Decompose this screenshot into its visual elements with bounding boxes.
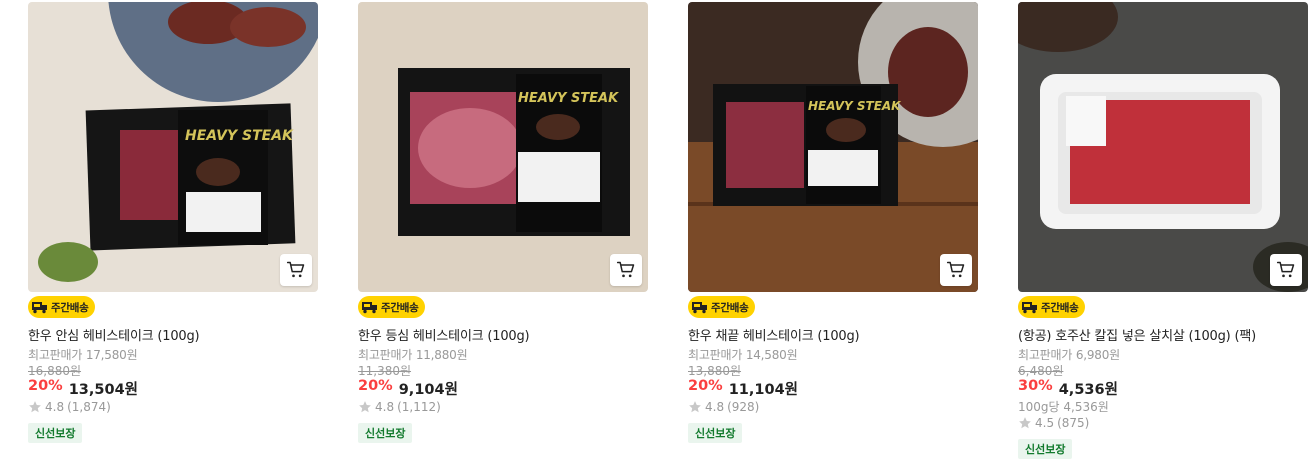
product-card[interactable]: HEAVY STEAK 주간배송 한우 안심 헤비스테이크 (100g) 최고판…: [28, 2, 318, 443]
discount-rate: 30%: [1018, 378, 1053, 394]
original-price: 13,880원: [688, 364, 742, 378]
discount-rate: 20%: [28, 378, 63, 394]
sale-price: 9,104원: [398, 382, 458, 398]
product-photo: [1018, 2, 1308, 292]
delivery-badge-label: 주간배송: [51, 301, 89, 314]
delivery-badge-label: 주간배송: [381, 301, 419, 314]
star-icon: [1019, 417, 1031, 429]
product-name[interactable]: (항공) 호주산 칼집 넣은 살치살 (100g) (팩): [1018, 325, 1308, 344]
product-card[interactable]: 주간배송 (항공) 호주산 칼집 넣은 살치살 (100g) (팩) 최고판매가…: [1018, 2, 1308, 459]
add-to-cart-button[interactable]: [1270, 254, 1302, 286]
delivery-badge: 주간배송: [358, 296, 426, 318]
product-name[interactable]: 한우 등심 헤비스테이크 (100g): [358, 325, 648, 344]
package-brand-text: HEAVY STEAK: [185, 128, 294, 144]
sale-price-row: 20% 13,504원: [28, 378, 138, 399]
unit-price: 100g당 4,536원: [1018, 400, 1109, 414]
product-image[interactable]: HEAVY STEAK: [688, 2, 978, 292]
star-icon: [689, 401, 701, 413]
fresh-guarantee-tag: 신선보장: [688, 423, 743, 443]
product-image[interactable]: HEAVY STEAK: [358, 2, 648, 292]
max-price: 최고판매가 14,580원: [688, 348, 798, 362]
delivery-badge: 주간배송: [28, 296, 96, 318]
rating-score: 4.8: [705, 400, 725, 414]
product-photo: HEAVY STEAK: [358, 2, 648, 292]
sale-price: 4,536원: [1058, 382, 1118, 398]
shopping-cart-icon: [286, 261, 305, 278]
star-icon: [359, 401, 371, 413]
fresh-guarantee-tag: 신선보장: [28, 423, 83, 443]
sale-price-row: 30% 4,536원: [1018, 378, 1118, 399]
sale-price: 13,504원: [68, 382, 139, 398]
product-name[interactable]: 한우 채끝 헤비스테이크 (100g): [688, 325, 978, 344]
delivery-badge: 주간배송: [1018, 296, 1086, 318]
rating-score: 4.5: [1035, 416, 1055, 430]
product-photo: HEAVY STEAK: [688, 2, 978, 292]
discount-rate: 20%: [358, 378, 393, 394]
rating-score: 4.8: [45, 400, 65, 414]
product-name[interactable]: 한우 안심 헤비스테이크 (100g): [28, 325, 318, 344]
sale-price-row: 20% 9,104원: [358, 378, 458, 399]
product-image[interactable]: [1018, 2, 1308, 292]
product-photo: HEAVY STEAK: [28, 2, 318, 292]
fresh-guarantee-tag: 신선보장: [1018, 439, 1073, 459]
shopping-cart-icon: [1276, 261, 1295, 278]
original-price: 16,880원: [28, 364, 82, 378]
review-count: (875): [1057, 416, 1090, 430]
delivery-badge: 주간배송: [688, 296, 756, 318]
product-card[interactable]: HEAVY STEAK 주간배송 한우 채끝 헤비스테이크 (100g) 최고판…: [688, 2, 978, 443]
sale-price-row: 20% 11,104원: [688, 378, 798, 399]
rating: 4.5 (875): [1018, 416, 1089, 430]
fresh-guarantee-tag: 신선보장: [358, 423, 413, 443]
delivery-truck-icon: [1022, 302, 1037, 314]
original-price: 11,380원: [358, 364, 412, 378]
shopping-cart-icon: [616, 261, 635, 278]
product-card[interactable]: HEAVY STEAK 주간배송 한우 등심 헤비스테이크 (100g) 최고판…: [358, 2, 648, 443]
review-count: (1,112): [397, 400, 441, 414]
rating-score: 4.8: [375, 400, 395, 414]
rating: 4.8 (928): [688, 400, 759, 414]
delivery-badge-label: 주간배송: [711, 301, 749, 314]
delivery-truck-icon: [692, 302, 707, 314]
package-brand-text: HEAVY STEAK: [808, 99, 902, 113]
product-grid: HEAVY STEAK 주간배송 한우 안심 헤비스테이크 (100g) 최고판…: [0, 0, 1312, 475]
add-to-cart-button[interactable]: [610, 254, 642, 286]
shopping-cart-icon: [946, 261, 965, 278]
add-to-cart-button[interactable]: [940, 254, 972, 286]
add-to-cart-button[interactable]: [280, 254, 312, 286]
original-price: 6,480원: [1018, 364, 1064, 378]
discount-rate: 20%: [688, 378, 723, 394]
max-price: 최고판매가 6,980원: [1018, 348, 1121, 362]
delivery-badge-label: 주간배송: [1041, 301, 1079, 314]
review-count: (928): [727, 400, 760, 414]
review-count: (1,874): [67, 400, 111, 414]
delivery-truck-icon: [362, 302, 377, 314]
product-image[interactable]: HEAVY STEAK: [28, 2, 318, 292]
delivery-truck-icon: [32, 302, 47, 314]
star-icon: [29, 401, 41, 413]
rating: 4.8 (1,112): [358, 400, 441, 414]
sale-price: 11,104원: [728, 382, 799, 398]
max-price: 최고판매가 17,580원: [28, 348, 138, 362]
rating: 4.8 (1,874): [28, 400, 111, 414]
package-brand-text: HEAVY STEAK: [518, 91, 619, 106]
max-price: 최고판매가 11,880원: [358, 348, 468, 362]
